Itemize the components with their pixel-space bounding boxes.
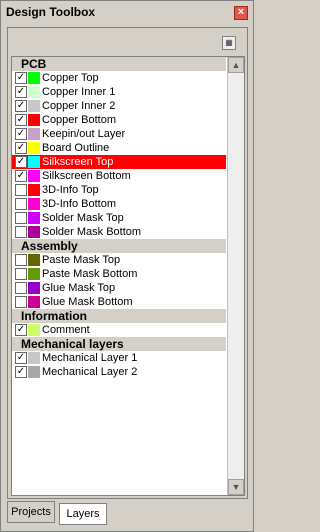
layer-color-swatch[interactable] — [28, 324, 40, 336]
tab-projects[interactable]: Projects — [7, 501, 55, 523]
section-header-information[interactable]: Information — [12, 309, 226, 323]
layer-row[interactable]: 3D-Info Top — [12, 183, 226, 197]
layer-label: Keepin/out Layer — [42, 128, 126, 140]
layer-visibility-checkbox[interactable] — [15, 212, 27, 224]
layers-panel: ▦ PCB ✓ Copper Top ✓ Copper Inner 1 ✓ Copper I… — [7, 27, 248, 499]
layer-row[interactable]: ✓ Copper Bottom — [12, 113, 226, 127]
layer-row[interactable]: Paste Mask Bottom — [12, 267, 226, 281]
layer-visibility-checkbox[interactable]: ✓ — [15, 366, 27, 378]
tab-layers[interactable]: Layers — [59, 503, 107, 525]
layer-visibility-checkbox[interactable] — [15, 198, 27, 210]
title-bar: Design Toolbox × — [1, 1, 253, 23]
layer-row[interactable]: ✓ Comment — [12, 323, 226, 337]
layer-color-swatch[interactable] — [28, 212, 40, 224]
layer-color-swatch[interactable] — [28, 128, 40, 140]
layer-visibility-checkbox[interactable]: ✓ — [15, 128, 27, 140]
vertical-scrollbar[interactable]: ▲ ▼ — [227, 57, 244, 495]
layer-visibility-checkbox[interactable] — [15, 296, 27, 308]
layer-row[interactable]: ✓ Copper Inner 1 — [12, 85, 226, 99]
layer-color-swatch[interactable] — [28, 100, 40, 112]
layer-list-content: PCB ✓ Copper Top ✓ Copper Inner 1 ✓ Copper Inn… — [12, 57, 226, 379]
layer-color-swatch[interactable] — [28, 170, 40, 182]
layer-label: Copper Inner 2 — [42, 100, 116, 112]
layer-color-swatch[interactable] — [28, 352, 40, 364]
layer-row[interactable]: ✓ Keepin/out Layer — [12, 127, 226, 141]
layer-label: Comment — [42, 324, 90, 336]
layer-row[interactable]: Paste Mask Top — [12, 253, 226, 267]
layer-row[interactable]: ✓ Mechanical Layer 1 — [12, 351, 226, 365]
layer-visibility-checkbox[interactable]: ✓ — [15, 352, 27, 364]
layers-options-icon[interactable]: ▦ — [222, 36, 236, 50]
layer-visibility-checkbox[interactable] — [15, 226, 27, 238]
layer-visibility-checkbox[interactable]: ✓ — [15, 72, 27, 84]
layer-color-swatch[interactable] — [28, 226, 40, 238]
layer-label: Glue Mask Bottom — [42, 296, 133, 308]
layer-label: Paste Mask Top — [42, 254, 121, 266]
layer-color-swatch[interactable] — [28, 72, 40, 84]
layer-label: Paste Mask Bottom — [42, 268, 138, 280]
layer-list: PCB ✓ Copper Top ✓ Copper Inner 1 ✓ Copper Inn… — [11, 56, 245, 496]
layer-label: Copper Inner 1 — [42, 86, 116, 98]
layer-color-swatch[interactable] — [28, 268, 40, 280]
layer-color-swatch[interactable] — [28, 156, 40, 168]
design-toolbox-window: Design Toolbox × ▦ PCB ✓ Copper Top ✓ Copper… — [0, 0, 254, 532]
close-button[interactable]: × — [234, 6, 248, 20]
layer-visibility-checkbox[interactable]: ✓ — [15, 114, 27, 126]
layer-visibility-checkbox[interactable] — [15, 282, 27, 294]
layer-row[interactable]: ✓ Mechanical Layer 2 — [12, 365, 226, 379]
layer-color-swatch[interactable] — [28, 254, 40, 266]
layer-label: Silkscreen Top — [42, 156, 114, 168]
layer-label: 3D-Info Top — [42, 184, 99, 196]
window-title: Design Toolbox — [6, 5, 96, 19]
layer-color-swatch[interactable] — [28, 86, 40, 98]
layer-visibility-checkbox[interactable] — [15, 268, 27, 280]
layer-color-swatch[interactable] — [28, 282, 40, 294]
layer-label: Solder Mask Top — [42, 212, 124, 224]
layer-row[interactable]: ✓ Copper Inner 2 — [12, 99, 226, 113]
layer-color-swatch[interactable] — [28, 142, 40, 154]
scroll-down-icon[interactable]: ▼ — [228, 479, 244, 495]
layer-visibility-checkbox[interactable]: ✓ — [15, 170, 27, 182]
scroll-up-icon[interactable]: ▲ — [228, 57, 244, 73]
layer-color-swatch[interactable] — [28, 114, 40, 126]
layer-label: 3D-Info Bottom — [42, 198, 116, 210]
layer-label: Silkscreen Bottom — [42, 170, 131, 182]
layer-label: Board Outline — [42, 142, 110, 154]
layer-color-swatch[interactable] — [28, 296, 40, 308]
layer-label: Solder Mask Bottom — [42, 226, 142, 238]
layer-row[interactable]: 3D-Info Bottom — [12, 197, 226, 211]
section-header-mechanical-layers[interactable]: Mechanical layers — [12, 337, 226, 351]
panel-tabs: Projects Layers — [7, 501, 247, 525]
layer-visibility-checkbox[interactable]: ✓ — [15, 100, 27, 112]
layer-row[interactable]: ✓ Silkscreen Top — [12, 155, 226, 169]
layer-color-swatch[interactable] — [28, 198, 40, 210]
layer-visibility-checkbox[interactable]: ✓ — [15, 156, 27, 168]
layer-color-swatch[interactable] — [28, 366, 40, 378]
layer-label: Mechanical Layer 2 — [42, 366, 138, 378]
layer-row[interactable]: ✓ Silkscreen Bottom — [12, 169, 226, 183]
layer-visibility-checkbox[interactable] — [15, 254, 27, 266]
layer-row[interactable]: ✓ Copper Top — [12, 71, 226, 85]
layer-label: Glue Mask Top — [42, 282, 116, 294]
layer-visibility-checkbox[interactable]: ✓ — [15, 142, 27, 154]
panel-toolbar: ▦ — [8, 28, 247, 54]
layer-visibility-checkbox[interactable]: ✓ — [15, 324, 27, 336]
layer-label: Copper Bottom — [42, 114, 116, 126]
layer-row[interactable]: Solder Mask Bottom — [12, 225, 226, 239]
layer-visibility-checkbox[interactable] — [15, 184, 27, 196]
layer-row[interactable]: Solder Mask Top — [12, 211, 226, 225]
layer-visibility-checkbox[interactable]: ✓ — [15, 86, 27, 98]
layer-label: Mechanical Layer 1 — [42, 352, 138, 364]
layer-row[interactable]: ✓ Board Outline — [12, 141, 226, 155]
layer-row[interactable]: Glue Mask Top — [12, 281, 226, 295]
layer-color-swatch[interactable] — [28, 184, 40, 196]
layer-row[interactable]: Glue Mask Bottom — [12, 295, 226, 309]
section-header-assembly[interactable]: Assembly — [12, 239, 226, 253]
section-header-pcb[interactable]: PCB — [12, 57, 226, 71]
layer-label: Copper Top — [42, 72, 99, 84]
